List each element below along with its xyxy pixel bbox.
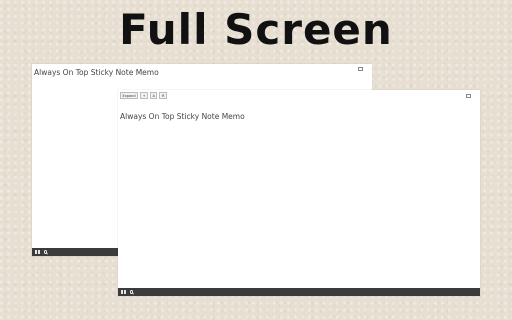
front-window: Expand + A R Always On Top Sticky Note M… [118, 90, 480, 296]
add-button[interactable]: + [140, 92, 149, 99]
search-icon[interactable] [129, 290, 133, 294]
taskbar [118, 288, 480, 296]
font-button[interactable]: A [150, 92, 158, 99]
expand-button[interactable]: Expand [120, 92, 139, 99]
back-window-title: Always On Top Sticky Note Memo [34, 68, 159, 77]
front-window-title: Always On Top Sticky Note Memo [120, 112, 245, 121]
windows-logo-icon[interactable] [35, 249, 40, 255]
maximize-button[interactable] [466, 94, 471, 98]
search-icon[interactable] [43, 250, 47, 254]
toolbar: Expand + A R [120, 92, 167, 99]
maximize-button[interactable] [358, 67, 363, 71]
windows-logo-icon[interactable] [121, 289, 126, 295]
reset-button[interactable]: R [159, 92, 167, 99]
headline: Full Screen [119, 5, 393, 54]
